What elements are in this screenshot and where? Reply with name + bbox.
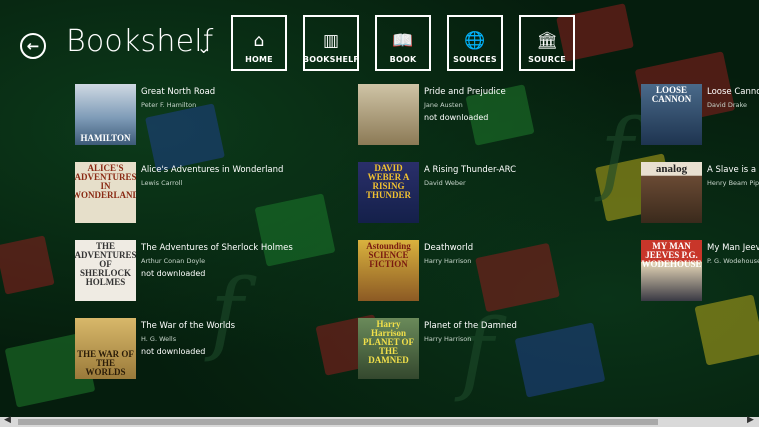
- nav-label: BOOKSHELF: [302, 55, 360, 64]
- book-tile-planet-of-the-damned[interactable]: Harry Harrison PLANET OF THE DAMNED Plan…: [358, 318, 558, 381]
- book-tile-loose-cannon[interactable]: LOOSE CANNON Loose Cannon David Drake: [641, 84, 759, 147]
- book-title: The Adventures of Sherlock Holmes: [141, 243, 293, 253]
- nav-sources-button[interactable]: 🌐 SOURCES: [447, 15, 503, 71]
- bookshelf-icon: ▥: [322, 31, 340, 51]
- nav-home-button[interactable]: ⌂ HOME: [231, 15, 287, 71]
- book-author: Harry Harrison: [424, 257, 472, 265]
- nav-source-button[interactable]: 🏛 SOURCE: [519, 15, 575, 71]
- download-status: not downloaded: [141, 269, 206, 278]
- chevron-down-icon[interactable]: ⌄: [197, 38, 210, 57]
- book-icon: 📖: [392, 31, 414, 51]
- book-cover: Astounding SCIENCE FICTION: [358, 240, 419, 301]
- book-author: David Weber: [424, 179, 466, 187]
- book-title: Planet of the Damned: [424, 321, 517, 331]
- book-title: Loose Cannon: [707, 87, 759, 97]
- book-tile-alice[interactable]: ALICE'S ADVENTURES IN WONDERLAND Alice's…: [75, 162, 325, 225]
- book-tile-rising-thunder[interactable]: DAVID WEBER A RISING THUNDER A Rising Th…: [358, 162, 558, 225]
- book-tile-pride-and-prejudice[interactable]: Pride and Prejudice Jane Austen not down…: [358, 84, 558, 147]
- book-author: Peter F. Hamilton: [141, 101, 197, 109]
- nav-book-button[interactable]: 📖 BOOK: [375, 15, 431, 71]
- book-cover: ALICE'S ADVENTURES IN WONDERLAND: [75, 162, 136, 223]
- book-tile-my-man-jeeves[interactable]: MY MAN JEEVES P.G. WODEHOUSE My Man Jeev…: [641, 240, 759, 303]
- book-cover: MY MAN JEEVES P.G. WODEHOUSE: [641, 240, 702, 301]
- book-author: Henry Beam Pipe: [707, 179, 759, 187]
- book-title: The War of the Worlds: [141, 321, 236, 331]
- book-cover: THE ADVENTURES OF SHERLOCK HOLMES: [75, 240, 136, 301]
- nav-label: SOURCES: [453, 55, 497, 64]
- book-cover: analog: [641, 162, 702, 223]
- nav-bookshelf-button[interactable]: ▥ BOOKSHELF: [303, 15, 359, 71]
- library-icon: 🏛: [536, 31, 558, 51]
- book-title: Deathworld: [424, 243, 474, 253]
- book-tile-great-north-road[interactable]: HAMILTON Great North Road Peter F. Hamil…: [75, 84, 275, 147]
- nav-label: BOOK: [389, 55, 417, 64]
- book-tile-war-of-the-worlds[interactable]: THE WAR OF THE WORLDS The War of the Wor…: [75, 318, 275, 381]
- book-tile-sherlock[interactable]: THE ADVENTURES OF SHERLOCK HOLMES The Ad…: [75, 240, 325, 303]
- download-status: not downloaded: [424, 113, 489, 122]
- book-cover: DAVID WEBER A RISING THUNDER: [358, 162, 419, 223]
- book-title: My Man Jeeve: [707, 243, 759, 253]
- scroll-left-arrow-icon[interactable]: ◀: [4, 415, 11, 425]
- book-tile-slave-is-a-slave[interactable]: analog A Slave is a Sla Henry Beam Pipe: [641, 162, 759, 225]
- home-icon: ⌂: [253, 31, 265, 51]
- book-author: Lewis Carroll: [141, 179, 183, 187]
- nav-label: SOURCE: [528, 55, 566, 64]
- back-arrow-icon[interactable]: ←: [20, 33, 46, 59]
- book-title: Great North Road: [141, 87, 216, 97]
- page-title: Bookshelf: [66, 24, 214, 59]
- book-cover: THE WAR OF THE WORLDS: [75, 318, 136, 379]
- scrollbar-thumb[interactable]: [18, 419, 658, 425]
- book-author: H. G. Wells: [141, 335, 177, 343]
- book-cover: HAMILTON: [75, 84, 136, 145]
- book-author: P. G. Wodehouse: [707, 257, 759, 265]
- book-title: A Slave is a Sla: [707, 165, 759, 175]
- download-status: not downloaded: [141, 347, 206, 356]
- book-cover: Harry Harrison PLANET OF THE DAMNED: [358, 318, 419, 379]
- book-author: Harry Harrison: [424, 335, 472, 343]
- globe-icon: 🌐: [464, 31, 486, 51]
- book-author: David Drake: [707, 101, 748, 109]
- book-title: A Rising Thunder-ARC: [424, 165, 517, 175]
- book-cover: LOOSE CANNON: [641, 84, 702, 145]
- book-cover: [358, 84, 419, 145]
- top-bar: ← Bookshelf ⌄ ⌂ HOME ▥ BOOKSHELF 📖 BOOK …: [0, 0, 759, 80]
- book-tile-deathworld[interactable]: Astounding SCIENCE FICTION Deathworld Ha…: [358, 240, 558, 303]
- scroll-right-arrow-icon[interactable]: ▶: [747, 415, 754, 425]
- book-title: Alice's Adventures in Wonderland: [141, 165, 284, 175]
- book-author: Jane Austen: [424, 101, 463, 109]
- nav-label: HOME: [245, 55, 273, 64]
- book-title: Pride and Prejudice: [424, 87, 506, 97]
- book-author: Arthur Conan Doyle: [141, 257, 206, 265]
